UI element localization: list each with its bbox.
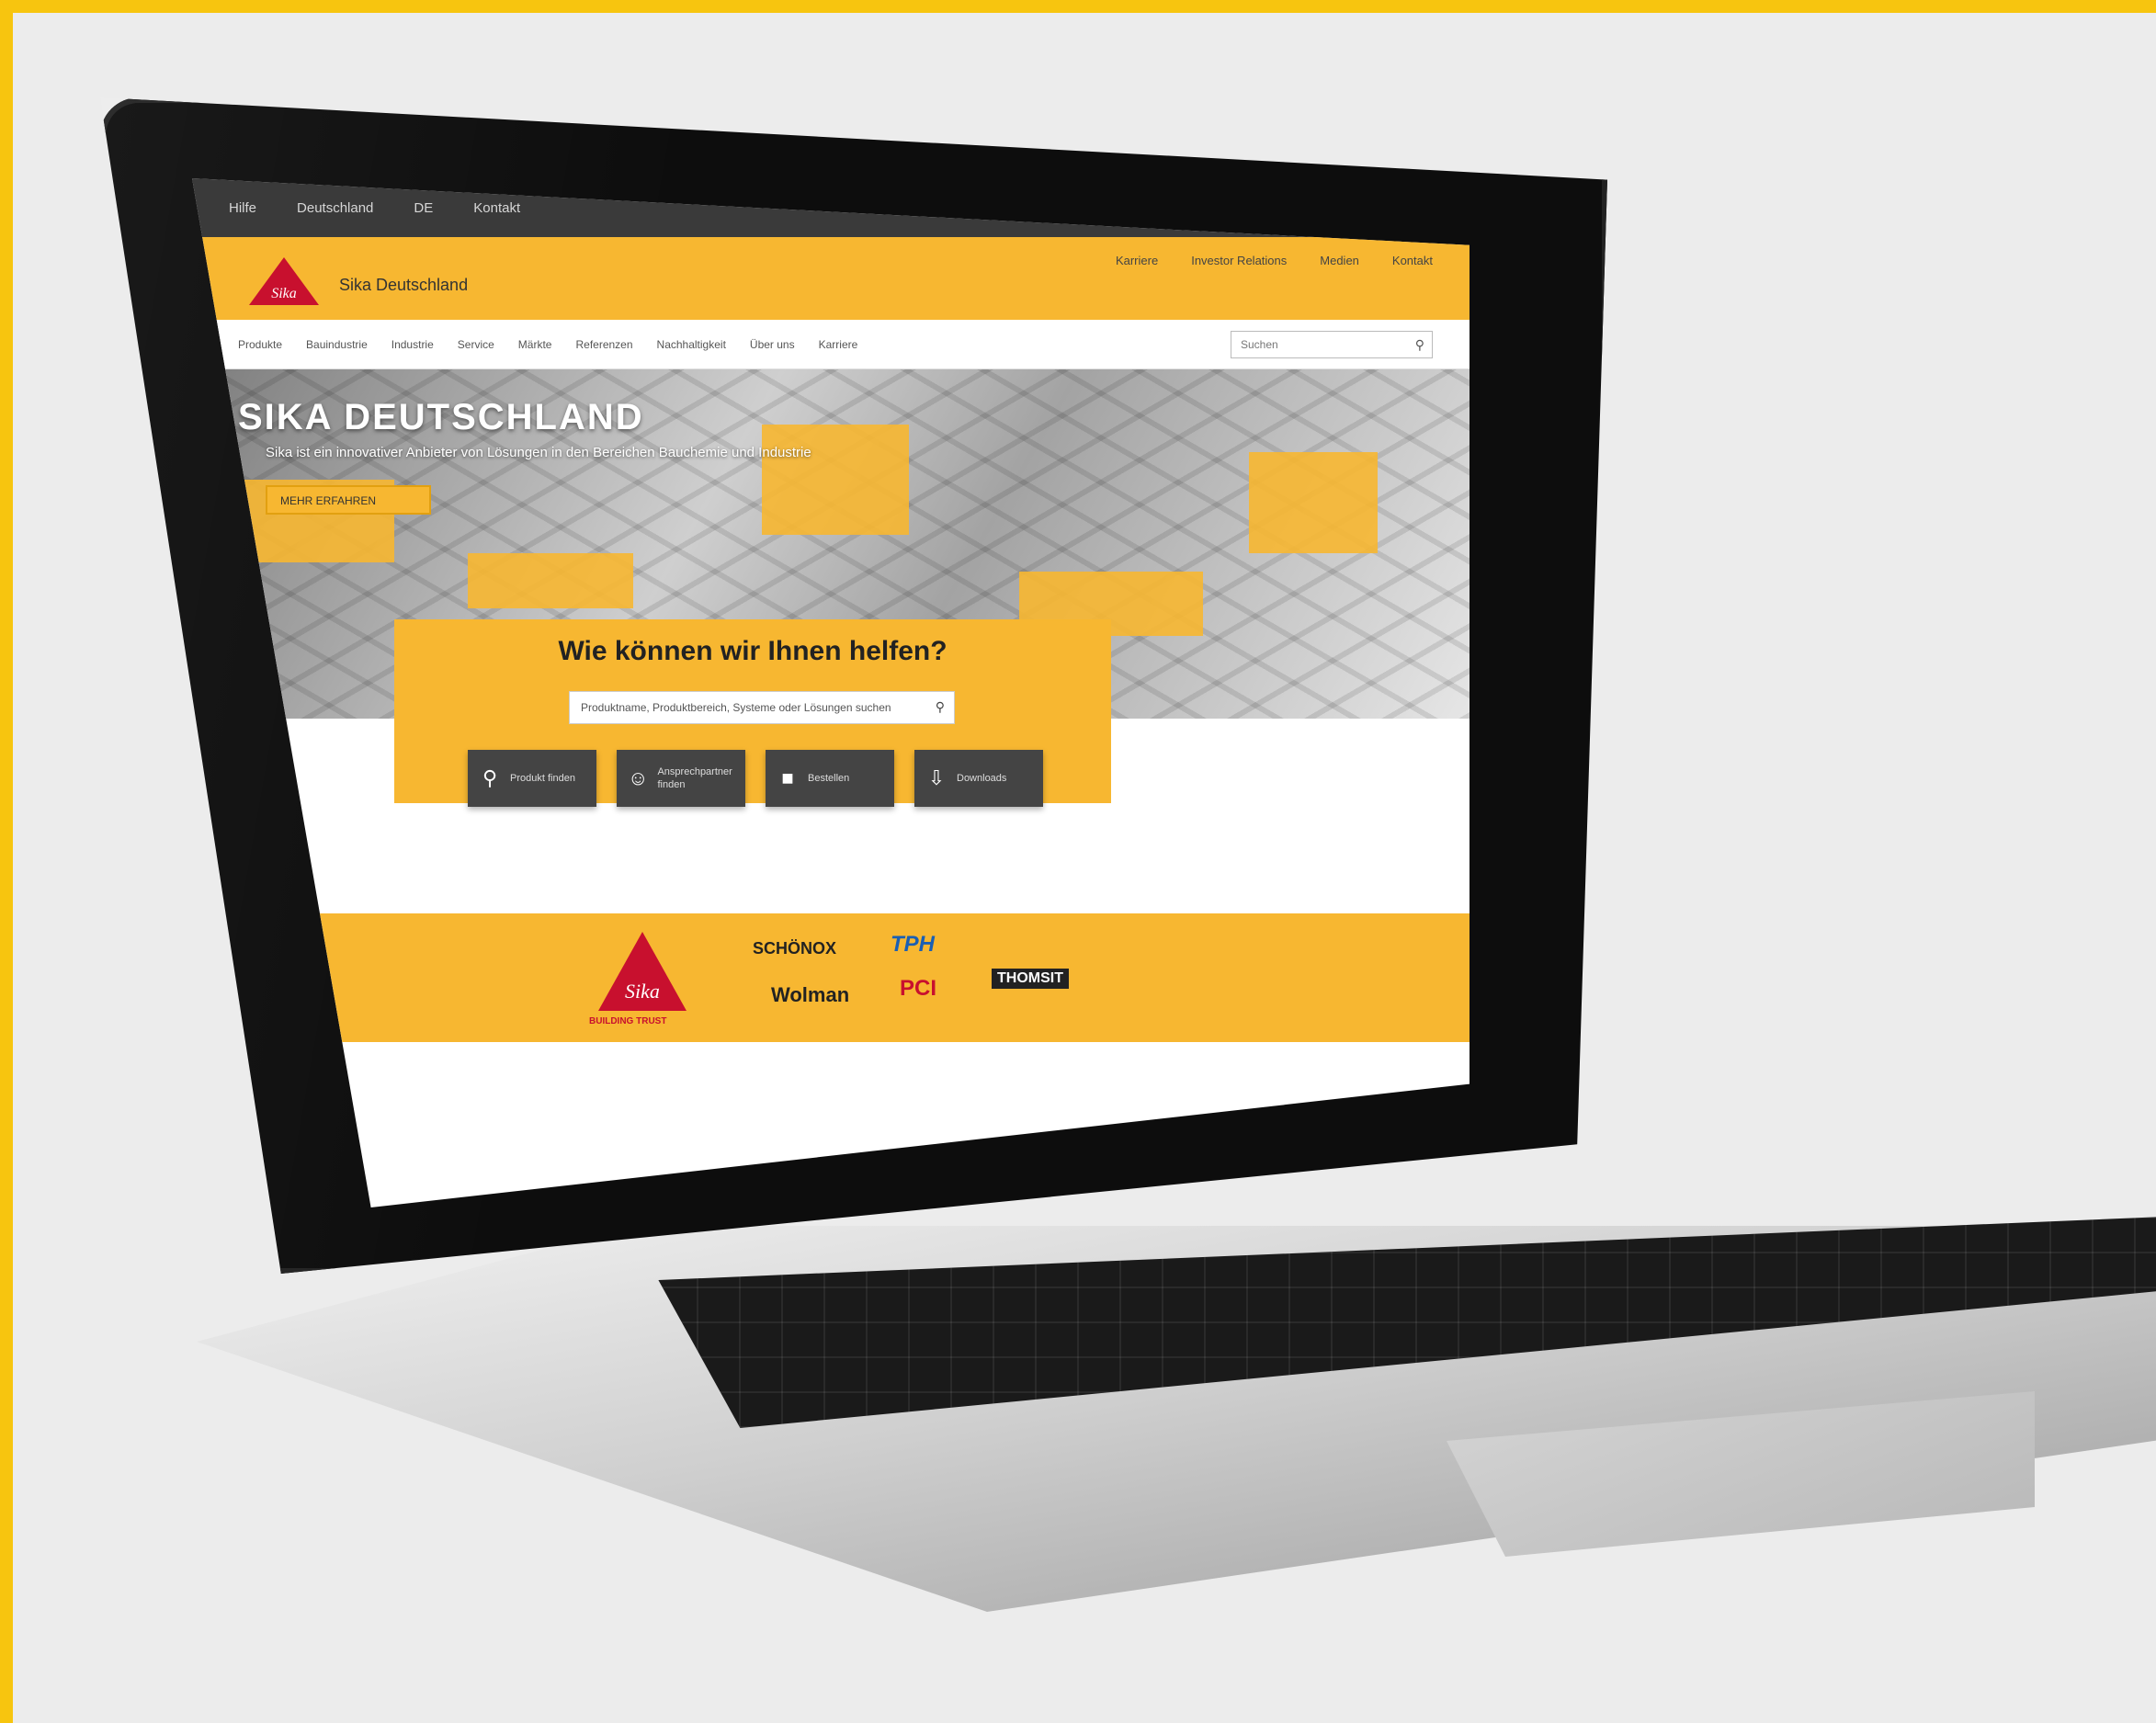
svg-text:Sika: Sika	[625, 980, 660, 1003]
tile-label: Produkt finden	[510, 772, 575, 784]
sika-brand-logo[interactable]: Sika	[596, 930, 688, 1013]
main-navigation: Produkte Bauindustrie Industrie Service …	[192, 320, 1469, 369]
header-search-input[interactable]: Suchen ⚲	[1231, 331, 1433, 358]
tile-downloads[interactable]: ⇩ Downloads	[914, 750, 1043, 807]
background: Hilfe Deutschland DE Kontakt Sika Sika D…	[13, 13, 2156, 1723]
laptop-screen: Hilfe Deutschland DE Kontakt Sika Sika D…	[192, 178, 1469, 1207]
tile-order[interactable]: ■ Bestellen	[766, 750, 894, 807]
hero-decoration	[1249, 452, 1378, 553]
header-link[interactable]: Karriere	[1116, 254, 1158, 267]
sika-logo[interactable]: Sika	[247, 255, 321, 307]
nav-item[interactable]: Referenzen	[575, 338, 632, 351]
tile-label: Ansprechpartner finden	[657, 765, 732, 790]
hero-decoration	[468, 553, 633, 608]
brand-pci[interactable]: PCI	[900, 976, 936, 1002]
brand-schoenox[interactable]: SCHÖNOX	[753, 939, 836, 958]
header-link[interactable]: Investor Relations	[1191, 254, 1287, 267]
search-icon: ⚲	[482, 766, 498, 789]
download-icon: ⇩	[927, 766, 946, 789]
nav-item[interactable]: Nachhaltigkeit	[657, 338, 726, 351]
cart-icon: ■	[781, 766, 794, 789]
nav-item[interactable]: Über uns	[750, 338, 795, 351]
hero-decoration	[762, 425, 909, 535]
search-icon[interactable]: ⚲	[1415, 337, 1424, 353]
header-link[interactable]: Kontakt	[1392, 254, 1433, 267]
brand-wolman[interactable]: Wolman	[771, 983, 849, 1007]
topbar-link[interactable]: DE	[414, 200, 433, 216]
header-search-placeholder: Suchen	[1241, 338, 1278, 351]
website-header: Sika Sika Deutschland Karriere Investor …	[192, 237, 1469, 320]
tile-contact-person[interactable]: ☺ Ansprechpartner finden	[617, 750, 745, 807]
nav-item[interactable]: Märkte	[518, 338, 552, 351]
tile-find-product[interactable]: ⚲ Produkt finden	[468, 750, 596, 807]
hero-title: SIKA DEUTSCHLAND	[238, 397, 644, 437]
nav-item[interactable]: Bauindustrie	[306, 338, 368, 351]
header-link[interactable]: Medien	[1320, 254, 1359, 267]
help-search-input[interactable]: Produktname, Produktbereich, Systeme ode…	[569, 691, 955, 724]
quick-tiles: ⚲ Produkt finden ☺ Ansprechpartner finde…	[468, 750, 1043, 807]
topbar-link[interactable]: Hilfe	[229, 200, 256, 216]
nav-item[interactable]: Industrie	[391, 338, 434, 351]
search-icon[interactable]: ⚲	[936, 699, 945, 715]
nav-item[interactable]: Produkte	[238, 338, 282, 351]
nav-item[interactable]: Service	[458, 338, 494, 351]
person-icon: ☺	[628, 766, 649, 789]
tile-label: Bestellen	[808, 772, 850, 784]
brands-footer: Sika BUILDING TRUST SCHÖNOX TPH Wolman P…	[192, 913, 1469, 1042]
hero-button[interactable]: MEHR ERFAHREN	[266, 485, 431, 515]
help-search-placeholder: Produktname, Produktbereich, Systeme ode…	[581, 701, 891, 714]
topbar-link[interactable]: Deutschland	[297, 200, 373, 216]
help-title: Wie können wir Ihnen helfen?	[558, 636, 948, 666]
brand-tph[interactable]: TPH	[891, 932, 935, 958]
brand-tagline: BUILDING TRUST	[589, 1016, 667, 1026]
tile-label: Downloads	[957, 772, 1007, 784]
header-links: Karriere Investor Relations Medien Konta…	[1116, 254, 1433, 267]
site-name: Sika Deutschland	[339, 276, 469, 294]
svg-text:Sika: Sika	[271, 286, 297, 301]
hero-subtitle: Sika ist ein innovativer Anbieter von Lö…	[266, 445, 811, 460]
brand-thomsit[interactable]: THOMSIT	[992, 969, 1069, 989]
topbar-link[interactable]: Kontakt	[473, 200, 520, 216]
nav-item[interactable]: Karriere	[819, 338, 858, 351]
